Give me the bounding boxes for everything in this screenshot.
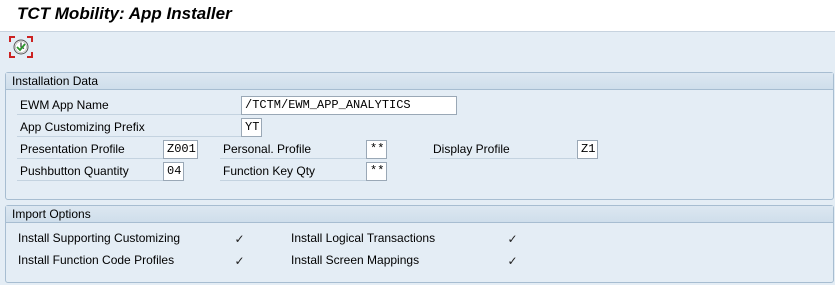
- function-key-qty-field[interactable]: **: [366, 162, 387, 181]
- installation-data-header: Installation Data: [6, 73, 833, 90]
- function-key-qty-label: Function Key Qty: [220, 162, 366, 181]
- execute-button[interactable]: [9, 36, 33, 58]
- install-supporting-customizing-checkbox[interactable]: ✓: [233, 232, 246, 245]
- window-title: TCT Mobility: App Installer: [17, 4, 232, 23]
- install-function-code-profiles-label: Install Function Code Profiles: [18, 253, 175, 267]
- pushbutton-quantity-field[interactable]: 04: [163, 162, 184, 181]
- install-screen-mappings-checkbox[interactable]: ✓: [506, 254, 519, 267]
- application-toolbar: [0, 31, 835, 63]
- install-screen-mappings-label: Install Screen Mappings: [291, 253, 420, 267]
- ewm-app-name-field[interactable]: /TCTM/EWM_APP_ANALYTICS: [241, 96, 457, 115]
- install-supporting-customizing-label: Install Supporting Customizing: [18, 231, 181, 245]
- presentation-profile-label: Presentation Profile: [17, 140, 163, 159]
- pushbutton-quantity-label: Pushbutton Quantity: [17, 162, 163, 181]
- presentation-profile-field[interactable]: Z001: [163, 140, 198, 159]
- install-function-code-profiles-checkbox[interactable]: ✓: [233, 254, 246, 267]
- install-logical-transactions-label: Install Logical Transactions: [291, 231, 436, 245]
- display-profile-field[interactable]: Z1: [577, 140, 598, 159]
- personal-profile-label: Personal. Profile: [220, 140, 366, 159]
- title-bar: TCT Mobility: App Installer: [0, 0, 835, 31]
- app-customizing-prefix-label: App Customizing Prefix: [17, 118, 241, 137]
- import-options-header: Import Options: [6, 206, 833, 223]
- app-customizing-prefix-field[interactable]: YT: [241, 118, 262, 137]
- display-profile-label: Display Profile: [430, 140, 576, 159]
- personal-profile-field[interactable]: **: [366, 140, 387, 159]
- ewm-app-name-label: EWM App Name: [17, 96, 241, 115]
- install-logical-transactions-checkbox[interactable]: ✓: [506, 232, 519, 245]
